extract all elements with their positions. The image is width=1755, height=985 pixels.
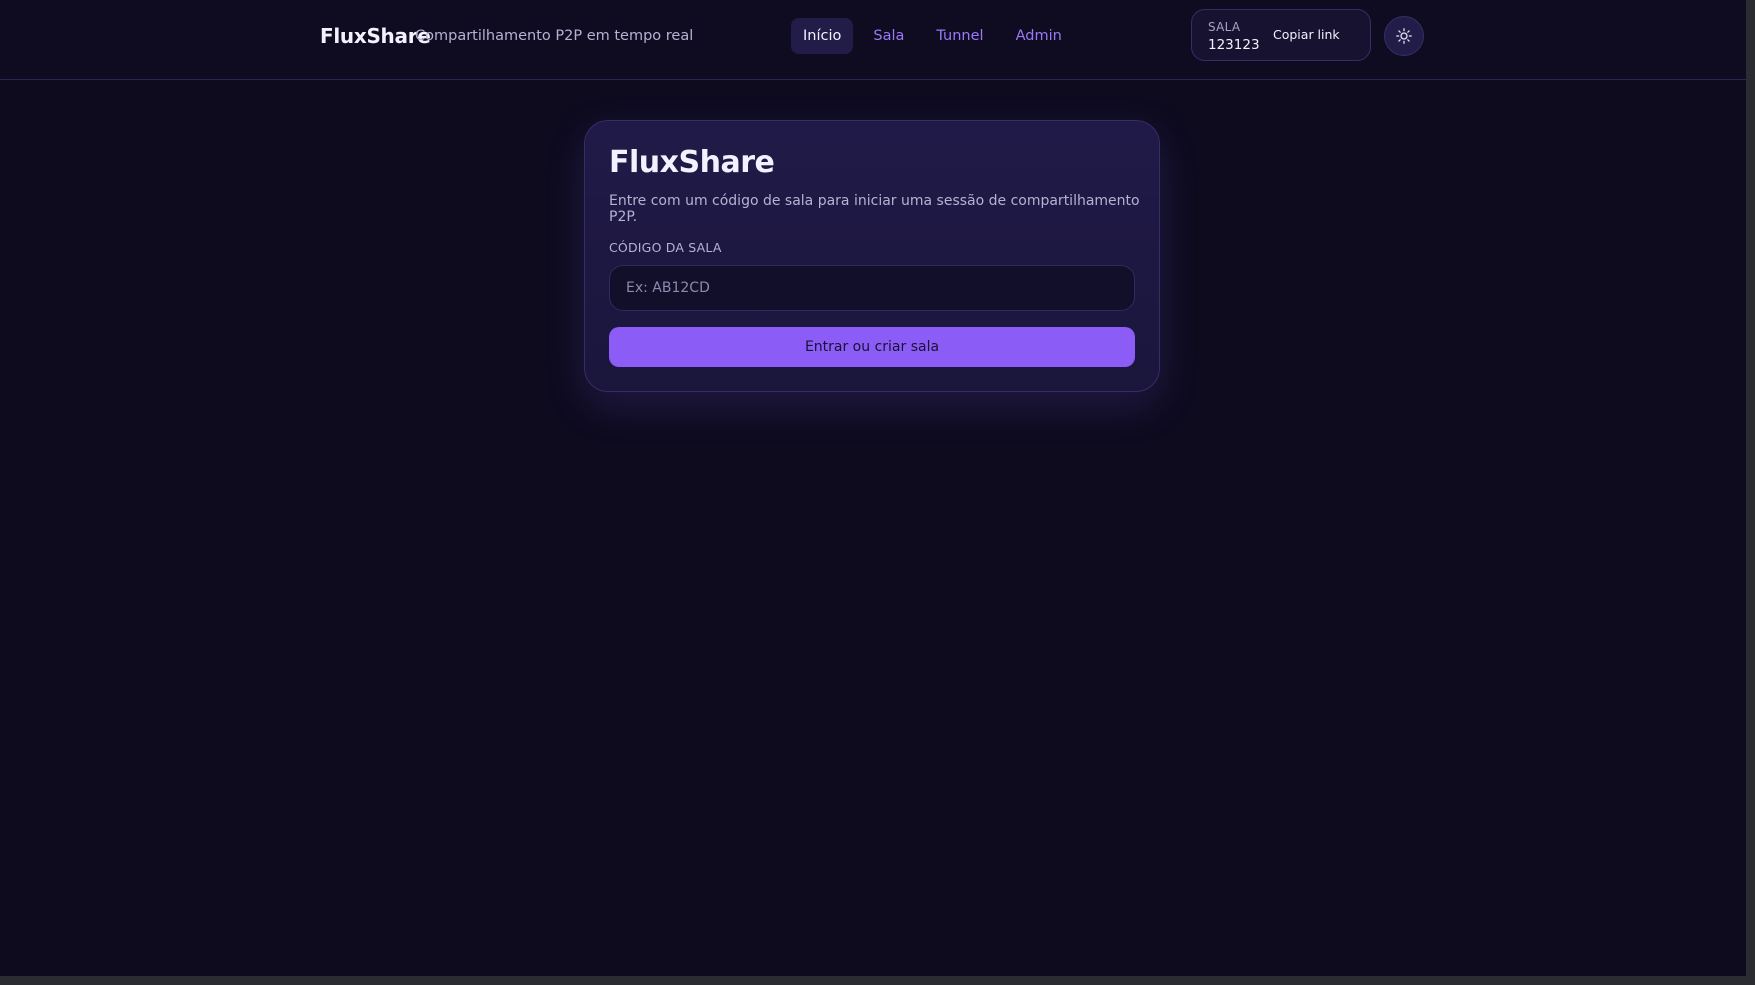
room-label: SALA [1208, 20, 1241, 34]
horizontal-scrollbar[interactable] [0, 976, 1746, 985]
top-header: FluxShare Compartilhamento P2P em tempo … [0, 0, 1746, 80]
copy-link-button[interactable]: Copiar link [1273, 27, 1340, 42]
main-nav: Início Sala Tunnel Admin [791, 18, 1074, 54]
card-title: FluxShare [609, 145, 775, 180]
brand-tagline: Compartilhamento P2P em tempo real [415, 28, 694, 44]
sun-icon [1396, 28, 1412, 44]
nav-item-admin[interactable]: Admin [1004, 18, 1074, 54]
join-or-create-room-button[interactable]: Entrar ou criar sala [609, 327, 1135, 367]
brand-logo[interactable]: FluxShare [320, 24, 431, 48]
room-code: 123123 [1208, 37, 1260, 53]
nav-item-tunnel[interactable]: Tunnel [924, 18, 995, 54]
join-room-card: FluxShare Entre com um código de sala pa… [584, 120, 1160, 392]
nav-item-sala[interactable]: Sala [861, 18, 916, 54]
page-viewport: FluxShare Compartilhamento P2P em tempo … [0, 0, 1746, 976]
room-code-input[interactable] [609, 265, 1135, 311]
room-info-pill: SALA 123123 Copiar link [1191, 9, 1371, 61]
nav-item-inicio[interactable]: Início [791, 18, 854, 54]
vertical-scrollbar[interactable] [1746, 0, 1755, 985]
room-code-label: CÓDIGO DA SALA [609, 240, 722, 255]
theme-toggle-button[interactable] [1384, 16, 1424, 56]
card-description: Entre com um código de sala para iniciar… [609, 193, 1140, 225]
